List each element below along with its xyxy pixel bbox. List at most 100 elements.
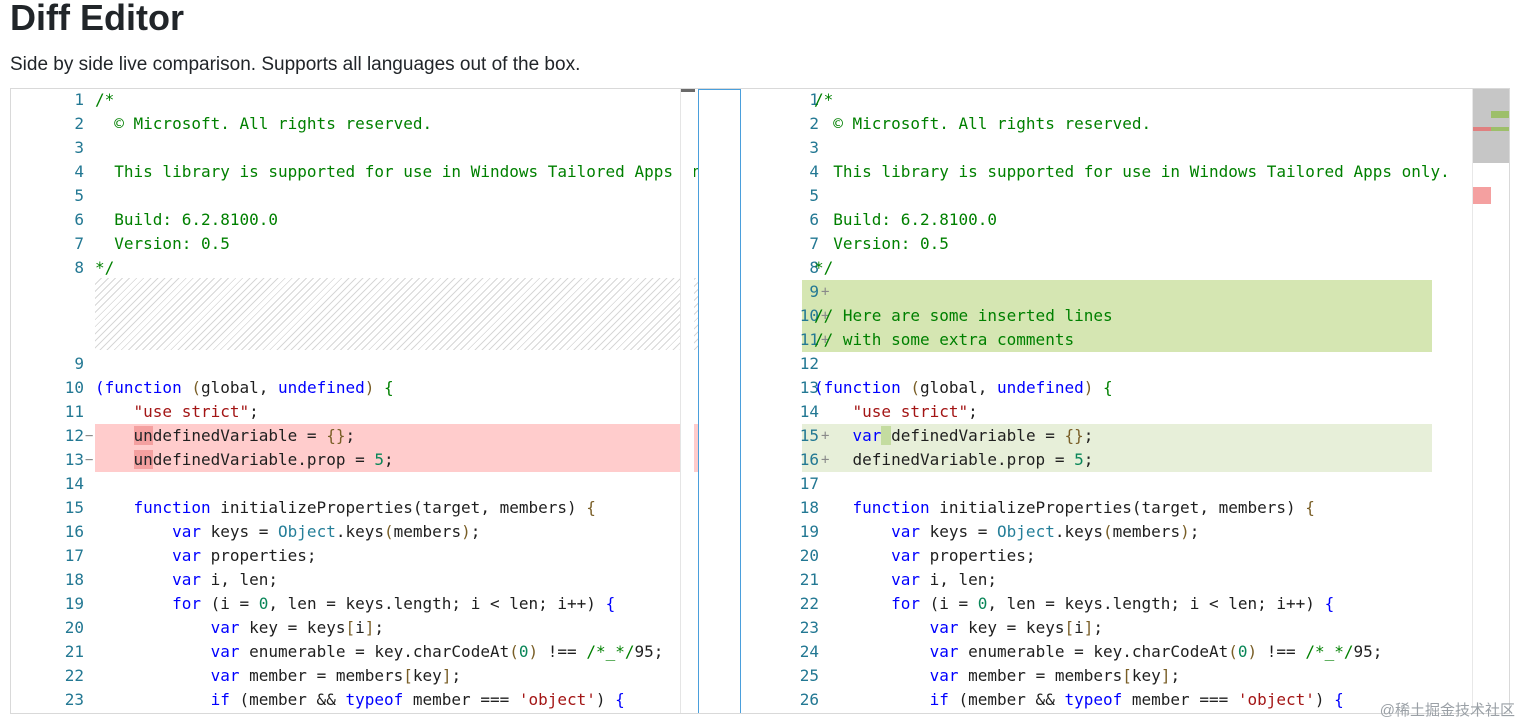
code-token: , len = keys.length; i < len; i++): [987, 594, 1325, 613]
modified-code-line[interactable]: 16 + definedVariable.prop = 5;: [741, 448, 1471, 472]
original-code-line[interactable]: 21 var enumerable = key.charCodeAt(0) !=…: [11, 640, 698, 664]
original-code-line[interactable]: 9: [11, 352, 698, 376]
modified-code-line[interactable]: 12: [741, 352, 1471, 376]
code-token: [: [403, 666, 413, 685]
code-token: global,: [200, 378, 279, 397]
code-token: properties;: [200, 546, 317, 565]
original-code-line[interactable]: 7 Version: 0.5: [11, 232, 698, 256]
diff-splitter[interactable]: [698, 89, 741, 713]
modified-code-line[interactable]: 25 var member = members[key];: [741, 664, 1471, 688]
original-scroll-thumb[interactable]: [681, 89, 695, 92]
line-number: 24: [799, 642, 819, 661]
line-content: This library is supported for use in Win…: [814, 160, 1450, 184]
code-token: initializeProperties(target, members): [210, 498, 587, 517]
original-editor-pane[interactable]: 1 /* 2 © Microsoft. All rights reserved. 3 4…: [11, 89, 698, 713]
original-code-line[interactable]: 3: [11, 136, 698, 160]
original-code-line[interactable]: 17 var properties;: [11, 544, 698, 568]
modified-code-line[interactable]: 3: [741, 136, 1471, 160]
diff-editor[interactable]: 1/* 2 © Microsoft. All rights reserved. 3 4…: [10, 88, 1510, 714]
original-code-line[interactable]: 4 This library is supported for use in W…: [11, 160, 698, 184]
modified-code-line[interactable]: 17: [741, 472, 1471, 496]
modified-code-line[interactable]: 13 (function (global, undefined) {: [741, 376, 1471, 400]
line-number: 7: [809, 234, 819, 253]
line-content: /*: [814, 89, 833, 112]
code-token: 0: [1237, 642, 1248, 661]
code-token: definedVariable.prop =: [152, 450, 375, 469]
modified-code-line[interactable]: 5: [741, 184, 1471, 208]
original-code-line[interactable]: 5: [11, 184, 698, 208]
modified-code-line[interactable]: 6 Build: 6.2.8100.0: [741, 208, 1471, 232]
original-code-line[interactable]: 19 for (i = 0, len = keys.length; i < le…: [11, 592, 698, 616]
original-code-line[interactable]: 13− undefinedVariable.prop = 5;: [11, 448, 698, 472]
modified-code-line[interactable]: 26 if (member && typeof member === 'obje…: [741, 688, 1471, 712]
original-code-line[interactable]: 2 © Microsoft. All rights reserved.: [11, 112, 698, 136]
modified-code-line[interactable]: 11 +// with some extra comments: [741, 328, 1471, 352]
modified-code-line[interactable]: 24 var enumerable = key.charCodeAt(0) !=…: [741, 640, 1471, 664]
line-number: 18: [64, 570, 84, 589]
line-number: 2: [809, 114, 819, 133]
modified-code-line[interactable]: 23 var key = keys[i];: [741, 616, 1471, 640]
modified-code-line[interactable]: 15 + var definedVariable = {};: [741, 424, 1471, 448]
original-code-line[interactable]: 8 */: [11, 256, 698, 280]
original-code-line[interactable]: 10 (function (global, undefined) {: [11, 376, 698, 400]
original-code-line[interactable]: 11 "use strict";: [11, 400, 698, 424]
modified-code-line[interactable]: 8 */: [741, 256, 1471, 280]
code-token: {: [605, 594, 616, 613]
modified-code-line[interactable]: 1/*: [741, 89, 1471, 112]
modified-code-line[interactable]: 14 "use strict";: [741, 400, 1471, 424]
original-code-line[interactable]: 23 if (member && typeof member === 'obje…: [11, 688, 698, 712]
code-token: (i =: [200, 594, 259, 613]
code-token: */: [95, 258, 115, 277]
line-content: This library is supported for use in Win…: [95, 160, 698, 184]
line-content: var properties;: [95, 544, 317, 568]
code-token: ): [595, 690, 616, 709]
line-content: (function (global, undefined) {: [814, 376, 1113, 400]
code-token: 95;: [1353, 642, 1383, 661]
original-code-line[interactable]: 6 Build: 6.2.8100.0: [11, 208, 698, 232]
code-token: ;: [451, 666, 462, 685]
overview-slider[interactable]: [1473, 89, 1509, 163]
code-token: ;: [345, 426, 356, 445]
code-token: i, len;: [919, 570, 998, 589]
code-token: keys =: [919, 522, 998, 541]
code-token: key = keys: [239, 618, 346, 637]
code-token: Version: 0.5: [814, 234, 949, 253]
original-code-line[interactable]: 16 var keys = Object.keys(members);: [11, 520, 698, 544]
modified-code-line[interactable]: 2 © Microsoft. All rights reserved.: [741, 112, 1471, 136]
code-token: i: [1074, 618, 1084, 637]
code-token: [: [1064, 618, 1075, 637]
modified-code-line[interactable]: 7 Version: 0.5: [741, 232, 1471, 256]
code-token: (function: [95, 378, 182, 397]
original-code-line[interactable]: 12− undefinedVariable = {};: [11, 424, 698, 448]
code-token: var: [172, 570, 201, 589]
line-content: "use strict";: [95, 400, 259, 424]
original-code-line[interactable]: 20 var key = keys[i];: [11, 616, 698, 640]
modified-code-line[interactable]: 4 This library is supported for use in W…: [741, 160, 1471, 184]
original-code-line[interactable]: 15 function initializeProperties(target,…: [11, 496, 698, 520]
modified-code-line[interactable]: 10 +// Here are some inserted lines: [741, 304, 1471, 328]
original-code-line[interactable]: 18 var i, len;: [11, 568, 698, 592]
original-scrollbar[interactable]: [680, 89, 695, 713]
code-token: ;: [968, 402, 978, 421]
modified-code-line[interactable]: 21 var i, len;: [741, 568, 1471, 592]
modified-code-line[interactable]: 18 function initializeProperties(target,…: [741, 496, 1471, 520]
line-content: definedVariable.prop = 5;: [814, 448, 1094, 472]
original-code-line[interactable]: 22 var member = members[key];: [11, 664, 698, 688]
modified-code-line[interactable]: 22 for (i = 0, len = keys.length; i < le…: [741, 592, 1471, 616]
original-code-line[interactable]: 1 /*: [11, 89, 698, 112]
modified-editor-pane[interactable]: 1/* 2 © Microsoft. All rights reserved. 3 4…: [741, 89, 1471, 713]
modified-code-line[interactable]: 20 var properties;: [741, 544, 1471, 568]
code-token: member = members: [958, 666, 1123, 685]
original-code-line[interactable]: 14: [11, 472, 698, 496]
modified-code-line[interactable]: 19 var keys = Object.keys(members);: [741, 520, 1471, 544]
code-token: definedVariable.prop =: [852, 450, 1075, 469]
modified-code-line[interactable]: 9 +: [741, 280, 1471, 304]
diff-overview-ruler[interactable]: [1472, 89, 1509, 713]
code-token: var: [172, 546, 201, 565]
code-token: initializeProperties(target, members): [929, 498, 1306, 517]
code-token: ]: [441, 666, 452, 685]
